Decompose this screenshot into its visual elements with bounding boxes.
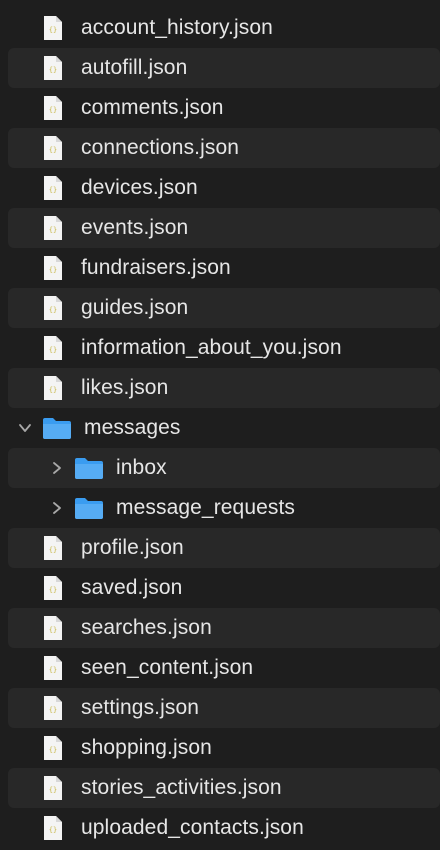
folder-row-message-requests[interactable]: message_requests [0, 488, 440, 528]
svg-text:{}: {} [49, 266, 57, 274]
list-item[interactable]: {} guides.json [8, 288, 440, 328]
folder-row-inbox[interactable]: inbox [8, 448, 440, 488]
json-file-icon: {} [44, 296, 62, 320]
json-file-icon: {} [44, 216, 62, 240]
file-name: connections.json [81, 136, 240, 159]
list-item[interactable]: {} shopping.json [0, 728, 440, 768]
list-item[interactable]: {} seen_content.json [0, 648, 440, 688]
svg-text:{}: {} [49, 106, 57, 114]
json-file-icon: {} [44, 96, 62, 120]
folder-row-messages[interactable]: messages [0, 408, 440, 448]
chevron-down-icon[interactable] [18, 421, 32, 435]
json-file-icon: {} [44, 176, 62, 200]
folder-icon [75, 458, 103, 479]
svg-text:{}: {} [49, 66, 57, 74]
svg-text:{}: {} [49, 786, 57, 794]
folder-icon [75, 498, 103, 519]
json-file-icon: {} [44, 536, 62, 560]
list-item[interactable]: {} connections.json [8, 128, 440, 168]
json-file-icon: {} [44, 576, 62, 600]
json-file-icon: {} [44, 616, 62, 640]
svg-text:{}: {} [49, 546, 57, 554]
file-name: shopping.json [81, 736, 212, 759]
svg-text:{}: {} [49, 626, 57, 634]
json-file-icon: {} [44, 656, 62, 680]
list-item[interactable]: {} settings.json [8, 688, 440, 728]
list-item[interactable]: {} uploaded_contacts.json [0, 808, 440, 848]
list-item[interactable]: {} stories_activities.json [8, 768, 440, 808]
folder-icon [43, 418, 71, 439]
list-item[interactable]: {} saved.json [0, 568, 440, 608]
list-item[interactable]: {} account_history.json [0, 8, 440, 48]
svg-text:{}: {} [49, 186, 57, 194]
svg-text:{}: {} [49, 386, 57, 394]
list-item[interactable]: {} fundraisers.json [0, 248, 440, 288]
svg-text:{}: {} [49, 306, 57, 314]
file-name: searches.json [81, 616, 212, 639]
json-file-icon: {} [44, 776, 62, 800]
svg-text:{}: {} [49, 226, 57, 234]
folder-name: message_requests [116, 496, 296, 519]
json-file-icon: {} [44, 336, 62, 360]
file-list: {} account_history.json {} autofill.json… [0, 0, 440, 850]
list-item[interactable]: {} autofill.json [8, 48, 440, 88]
folder-name: inbox [116, 456, 167, 479]
list-item[interactable]: {} information_about_you.json [0, 328, 440, 368]
json-file-icon: {} [44, 696, 62, 720]
svg-text:{}: {} [49, 746, 57, 754]
file-name: saved.json [81, 576, 183, 599]
svg-text:{}: {} [49, 346, 57, 354]
file-name: devices.json [81, 176, 198, 199]
file-name: profile.json [81, 536, 184, 559]
json-file-icon: {} [44, 56, 62, 80]
json-file-icon: {} [44, 376, 62, 400]
file-name: likes.json [81, 376, 169, 399]
svg-text:{}: {} [49, 706, 57, 714]
file-name: fundraisers.json [81, 256, 231, 279]
file-name: seen_content.json [81, 656, 254, 679]
json-file-icon: {} [44, 736, 62, 760]
svg-text:{}: {} [49, 26, 57, 34]
file-name: information_about_you.json [81, 336, 342, 359]
list-item[interactable]: {} events.json [8, 208, 440, 248]
list-item[interactable]: {} comments.json [0, 88, 440, 128]
chevron-right-icon[interactable] [50, 501, 64, 515]
file-name: autofill.json [81, 56, 188, 79]
chevron-right-icon[interactable] [50, 461, 64, 475]
svg-text:{}: {} [49, 146, 57, 154]
file-name: uploaded_contacts.json [81, 816, 304, 839]
svg-text:{}: {} [49, 666, 57, 674]
file-name: guides.json [81, 296, 189, 319]
json-file-icon: {} [44, 816, 62, 840]
json-file-icon: {} [44, 256, 62, 280]
file-name: stories_activities.json [81, 776, 282, 799]
json-file-icon: {} [44, 16, 62, 40]
list-item[interactable]: {} profile.json [8, 528, 440, 568]
list-item[interactable]: {} devices.json [0, 168, 440, 208]
list-item[interactable]: {} likes.json [8, 368, 440, 408]
file-name: comments.json [81, 96, 224, 119]
file-name: events.json [81, 216, 189, 239]
file-name: settings.json [81, 696, 200, 719]
json-file-icon: {} [44, 136, 62, 160]
svg-text:{}: {} [49, 826, 57, 834]
file-name: account_history.json [81, 16, 273, 39]
folder-name: messages [84, 416, 181, 439]
svg-text:{}: {} [49, 586, 57, 594]
list-item[interactable]: {} searches.json [8, 608, 440, 648]
